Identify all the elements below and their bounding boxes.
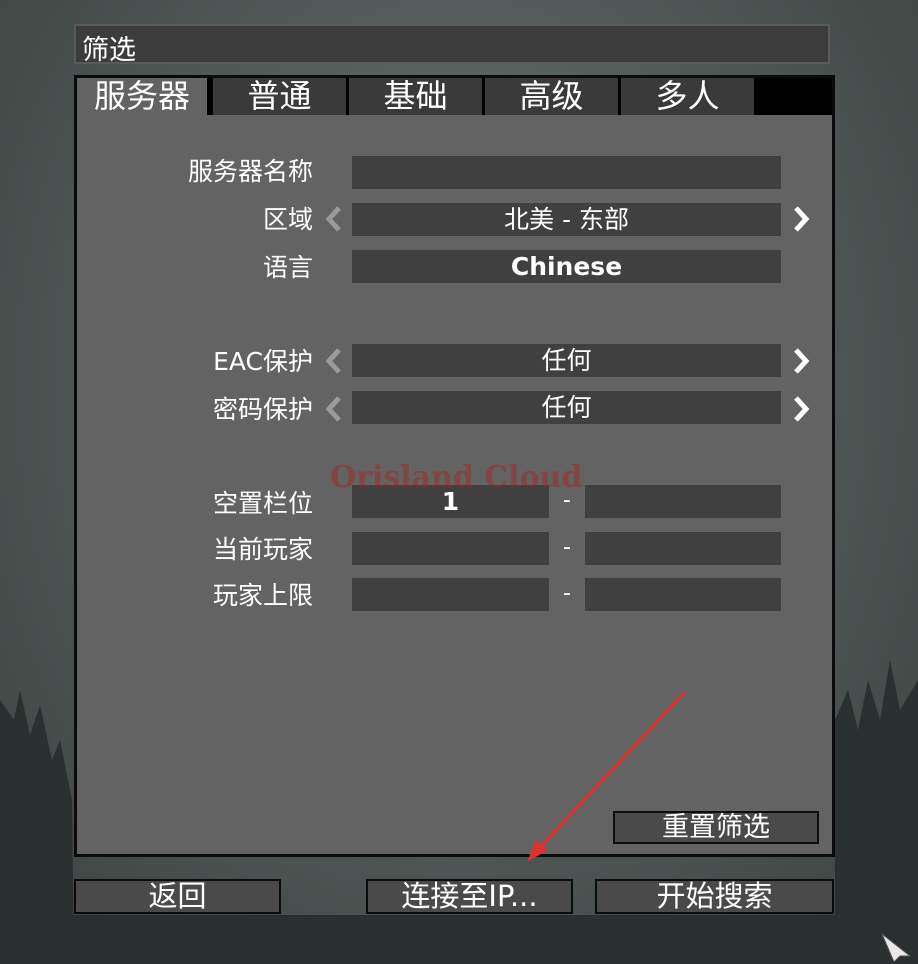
current-players-label: 当前玩家	[212, 535, 313, 564]
max-players-min-input[interactable]	[352, 578, 549, 611]
tab-multiplayer[interactable]: 多人	[621, 78, 754, 115]
free-slots-max-input[interactable]	[585, 485, 781, 518]
chevron-right-icon[interactable]	[790, 394, 812, 424]
start-search-button[interactable]: 开始搜索	[595, 879, 834, 914]
language-select[interactable]: Chinese	[352, 250, 781, 283]
region-label: 区域	[262, 205, 313, 234]
max-players-max-input[interactable]	[585, 578, 781, 611]
current-players-min-input[interactable]	[352, 532, 549, 565]
eac-select[interactable]: 任何	[352, 344, 781, 377]
password-select[interactable]: 任何	[352, 391, 781, 424]
tab-general[interactable]: 普通	[213, 78, 346, 115]
current-players-max-input[interactable]	[585, 532, 781, 565]
chevron-left-icon[interactable]	[323, 346, 345, 376]
password-label: 密码保护	[212, 395, 313, 424]
tab-bar: 服务器 普通 基础 高级 多人	[77, 78, 832, 115]
max-players-label: 玩家上限	[212, 581, 313, 610]
region-select[interactable]: 北美 - 东部	[352, 203, 781, 236]
back-button[interactable]: 返回	[74, 879, 281, 914]
title-bar: 筛选	[74, 24, 830, 66]
range-separator: -	[563, 581, 571, 606]
reset-filter-button[interactable]: 重置筛选	[613, 811, 819, 844]
free-slots-label: 空置栏位	[212, 489, 313, 518]
language-label: 语言	[262, 253, 313, 282]
chevron-right-icon[interactable]	[790, 346, 812, 376]
window-title: 筛选	[82, 35, 136, 66]
tab-server[interactable]: 服务器	[77, 78, 207, 115]
chevron-left-icon[interactable]	[323, 204, 345, 234]
chevron-right-icon[interactable]	[790, 204, 812, 234]
server-name-input[interactable]	[352, 156, 781, 189]
connect-to-ip-button[interactable]: 连接至IP...	[366, 879, 573, 914]
watermark: Orisland Cloud	[330, 460, 583, 495]
tab-basic[interactable]: 基础	[349, 78, 482, 115]
chevron-left-icon[interactable]	[323, 394, 345, 424]
eac-label: EAC保护	[213, 347, 313, 376]
tab-advanced[interactable]: 高级	[485, 78, 618, 115]
server-name-label: 服务器名称	[187, 157, 313, 186]
range-separator: -	[563, 535, 571, 560]
cursor-icon	[881, 933, 912, 962]
